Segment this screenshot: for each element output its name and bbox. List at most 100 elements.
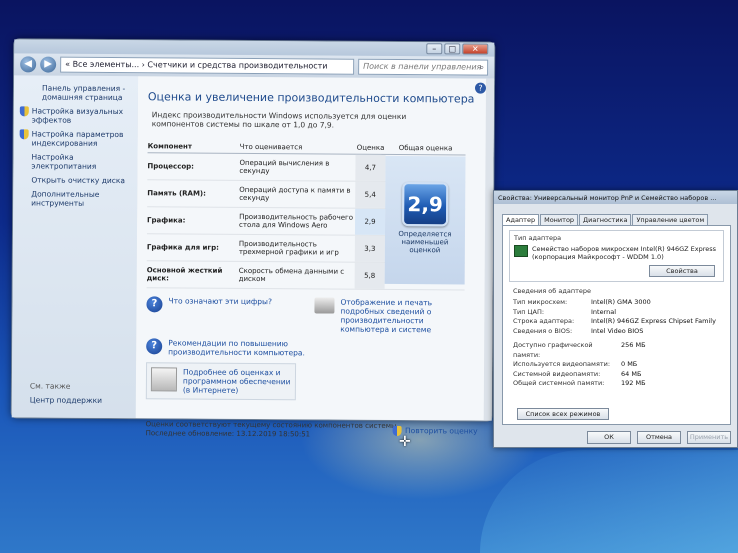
component-score: 5,4 [355,181,386,208]
assessment-status: Оценки соответствуют текущему состоянию … [146,420,397,440]
tab-monitor[interactable]: Монитор [540,214,579,225]
info-key: Сведения о BIOS: [513,326,573,335]
memory-key: Доступно графической памяти: [513,341,593,359]
component-description: Производительность рабочего стола для Wi… [239,212,354,230]
component-score: 4,7 [355,154,386,181]
sidebar-item-power[interactable]: Настройка электропитания [31,152,133,171]
adapter-name: Семейство наборов микросхем Intel(R) 946… [532,245,717,261]
tab-color-management[interactable]: Управление цветом [632,214,709,225]
link-text: Рекомендации по повышению производительн… [168,338,305,358]
sidebar-item-label: Настройка параметров индексирования [31,129,124,148]
component-label: Графика для игр: [146,243,219,252]
display-properties-dialog: Свойства: Универсальный монитор PnP и Се… [493,190,738,448]
sidebar: Панель управления - домашняя страница На… [11,75,139,419]
question-icon: ? [146,296,163,313]
cancel-button[interactable]: Отмена [637,431,681,444]
adapter-info-group: Сведения об адаптере Тип микросхем: Intel… [509,287,724,393]
memory-value: 64 МБ [621,369,642,378]
video-card-icon [514,245,528,257]
back-button[interactable]: ◀ [20,56,37,73]
component-score: 2,9 [354,208,386,235]
more-info-link[interactable]: Подробнее об оценках и программном обесп… [145,362,297,401]
group-title: Сведения об адаптере [513,287,591,295]
component-label: Основной жесткий диск: [146,266,223,283]
sidebar-item-visual-effects[interactable]: Настройка визуальных эффектов [19,106,134,125]
question-icon: ? [146,338,163,355]
component-description: Операций доступа к памяти в секунду [239,185,351,203]
intro-text: Индекс производительности Windows исполь… [151,110,407,130]
search-input[interactable]: Поиск в панели управления ⌕ [358,58,489,76]
shield-icon [19,129,29,140]
link-text: Что означают эти цифры? [168,296,272,307]
tab-adapter[interactable]: Адаптер [502,214,540,225]
software-box-icon [150,367,178,392]
link-text: Подробнее об оценках и программном обесп… [182,367,291,395]
list-all-modes-button[interactable]: Список всех режимов [517,408,609,420]
performance-window: – □ ✕ ◀ ▶ « Все элементы... › Счетчики и… [10,38,496,438]
sidebar-item-disk-cleanup[interactable]: Открыть очистку диска [31,175,133,185]
dialog-tabs: Адаптер Монитор Диагностика Управление ц… [502,214,737,225]
component-description: Производительность трехмерной графики и … [238,239,339,257]
help-links: ? Что означают эти цифры? Отображение и … [145,296,485,401]
dialog-buttons: ОК Отмена Применить [494,425,737,444]
main-content: ? Оценка и увеличение производительности… [135,76,495,438]
search-placeholder: Поиск в панели управления [363,61,482,72]
info-value: Intel(R) GMA 3000 [591,298,651,306]
mouse-cursor: ✛ [399,434,411,450]
forward-button[interactable]: ▶ [40,56,57,73]
info-value: Intel Video BIOS [591,326,644,335]
dialog-title[interactable]: Свойства: Универсальный монитор PnP и Се… [494,191,737,204]
memory-key: Общей системной памяти: [513,379,605,387]
column-header: Компонент [147,142,192,151]
component-label: Процессор: [147,162,195,171]
address-bar[interactable]: « Все элементы... › Счетчики и средства … [60,56,355,75]
memory-value: 0 МБ [621,360,638,368]
print-details-link[interactable]: Отображение и печать подробных сведений … [314,297,474,334]
component-label: Память (RAM): [147,189,206,198]
adapter-properties-button[interactable]: Свойства [649,265,715,277]
base-score-badge: 2,9 [402,182,449,227]
info-key: Тип ЦАП: [513,307,545,316]
column-header: Оценка [356,143,385,152]
help-icon[interactable]: ? [474,82,487,94]
sidebar-item-label: Настройка визуальных эффектов [31,106,124,125]
column-header: Общая оценка [398,144,453,153]
see-also-heading: См. также [29,381,71,391]
tips-link[interactable]: ? Рекомендации по повышению производител… [146,338,314,357]
score-table: Компонент Что оценивается Оценка Общая о… [146,142,466,291]
component-score: 5,8 [354,262,385,289]
minimize-button[interactable]: – [426,43,443,55]
search-icon[interactable]: ⌕ [480,61,485,75]
memory-key: Используется видеопамяти: [513,360,611,368]
maximize-button[interactable]: □ [444,43,461,55]
close-button[interactable]: ✕ [462,43,489,55]
sidebar-item-action-center[interactable]: Центр поддержки [30,395,102,405]
link-text: Отображение и печать подробных сведений … [340,297,433,335]
component-description: Операций вычисления в секунду [239,158,330,176]
adapter-type-group: Тип адаптера Семейство наборов микросхем… [509,230,724,282]
component-description: Скорость обмена данными с диском [238,266,345,284]
info-value: Intel(R) 946GZ Express Chipset Family [591,317,716,325]
what-mean-link[interactable]: ? Что означают эти цифры? [146,296,314,333]
ok-button[interactable]: ОК [587,431,631,444]
base-score-panel: 2,9 Определяется наименьшей оценкой [384,155,466,285]
last-update-text: Последнее обновление: 13.12.2019 18:50:5… [145,429,311,439]
adapter-tab-panel: Тип адаптера Семейство наборов микросхем… [502,225,731,425]
page-title: Оценка и увеличение производительности к… [147,90,475,106]
sidebar-item-home[interactable]: Панель управления - домашняя страница [42,84,134,103]
link-text: Повторить оценку [404,426,478,436]
info-key: Тип микросхем: [513,298,568,306]
tab-diagnostics[interactable]: Диагностика [579,214,632,225]
printer-icon [314,297,335,314]
column-header: Что оценивается [239,142,303,152]
shield-icon [19,106,29,117]
base-score-caption: Определяется наименьшей оценкой [398,230,452,255]
group-title: Тип адаптера [514,234,562,242]
apply-button[interactable]: Применить [687,431,731,444]
memory-key: Системной видеопамяти: [513,369,601,378]
info-key: Строка адаптера: [513,317,575,325]
sidebar-item-advanced-tools[interactable]: Дополнительные инструменты [31,189,133,208]
component-score: 3,3 [354,235,385,262]
sidebar-item-indexing[interactable]: Настройка параметров индексирования [19,129,134,148]
info-value: Internal [591,307,617,316]
